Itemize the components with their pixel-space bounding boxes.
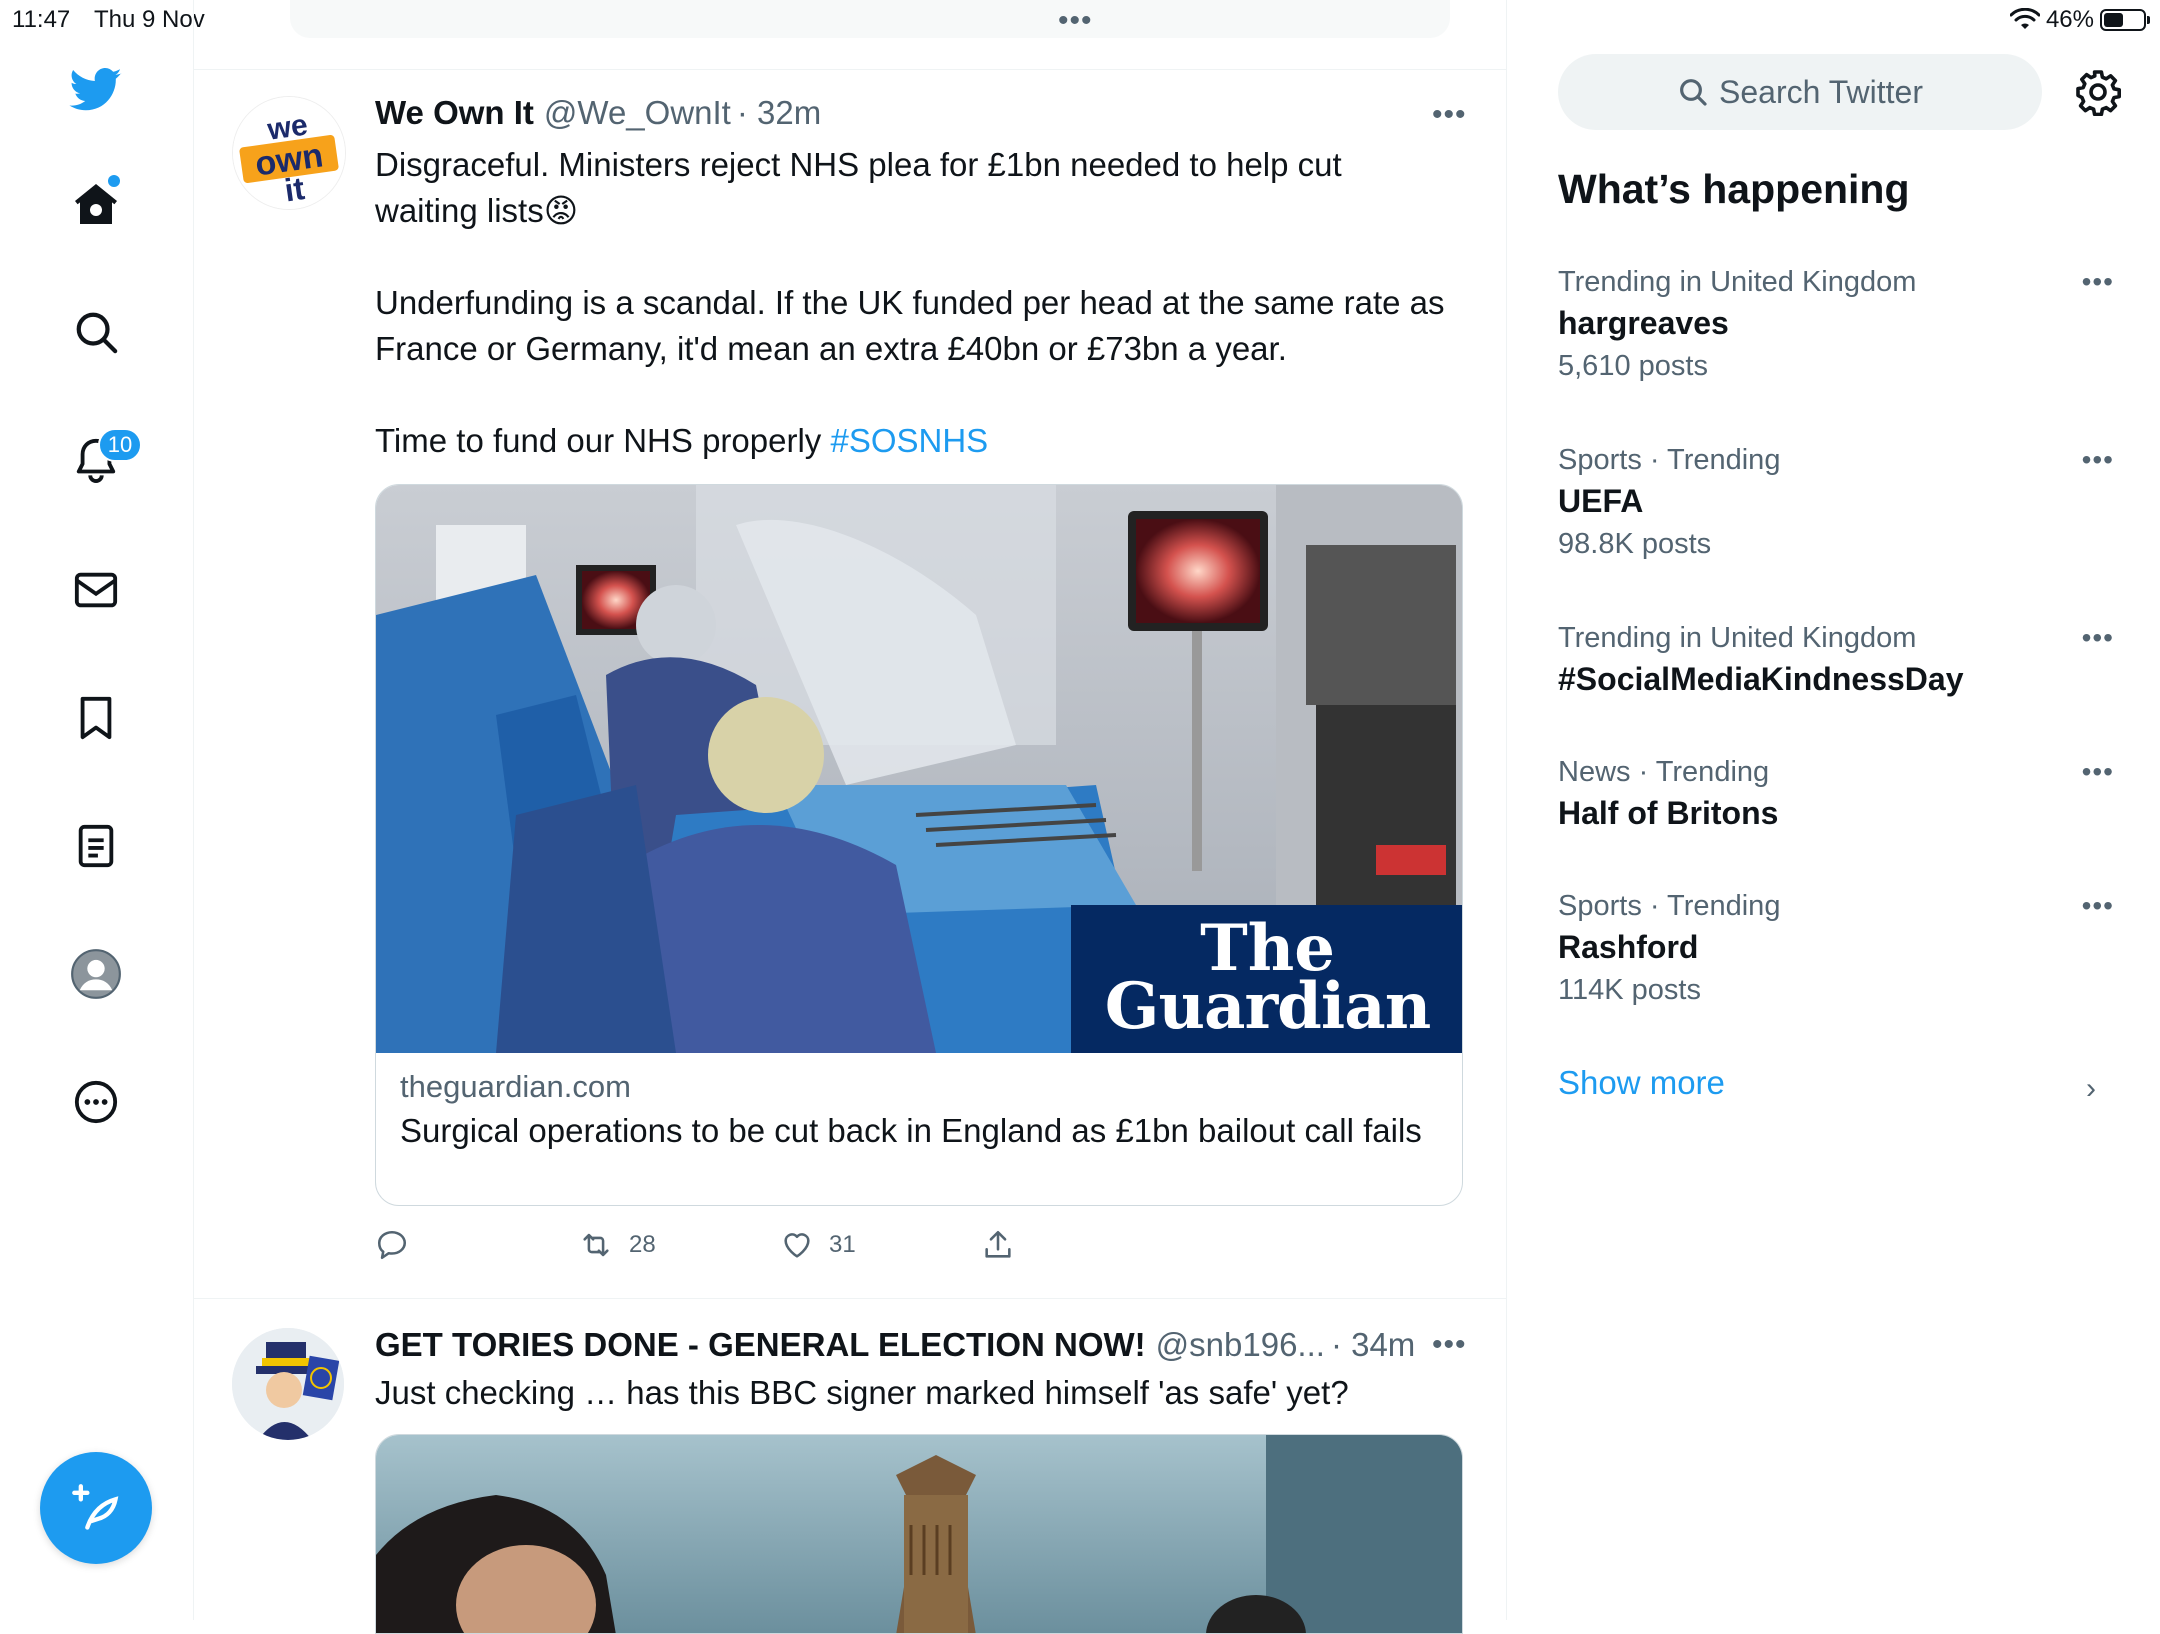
tweet-text: Disgraceful. Ministers reject NHS plea f… [375, 142, 1465, 464]
trend-name: Rashford [1558, 929, 1699, 965]
trend-name: Half of Britons [1558, 795, 1779, 831]
trend-item[interactable]: Sports · Trending UEFA 98.8K posts [1558, 444, 2118, 561]
battery-percent: 46% [2045, 6, 2094, 33]
search-icon[interactable] [60, 296, 132, 368]
like-count: 31 [829, 1231, 856, 1258]
tweet-author-name-2[interactable]: GET TORIES DONE - GENERAL ELECTION NOW! [375, 1326, 1146, 1364]
feed-top-divider [193, 69, 1506, 70]
heart-icon [784, 1233, 810, 1258]
home-unread-dot [108, 175, 120, 187]
status-right: 46% [2009, 6, 2150, 34]
tweet-author-name[interactable]: We Own It [375, 94, 534, 132]
twitter-logo-icon[interactable] [60, 54, 132, 126]
profile-avatar-icon[interactable] [60, 938, 132, 1010]
tweet-avatar-we-own-it[interactable]: we own it [232, 96, 346, 210]
search-input[interactable]: Search Twitter [1558, 54, 2042, 130]
tweet-divider [193, 1298, 1506, 1299]
card-image-surgery: The Guardian [376, 485, 1462, 1053]
guardian-logo: The Guardian [1071, 905, 1462, 1053]
tweet-more-button-2[interactable]: ••• [1432, 1328, 1467, 1362]
retweet-button[interactable]: 28 [577, 1228, 779, 1262]
battery-icon [2100, 9, 2150, 31]
whats-happening-heading: What’s happening [1558, 166, 1910, 212]
trend-more-button[interactable]: ••• [2082, 756, 2114, 788]
tweet-actions: 28 31 [375, 1228, 1183, 1262]
retweet-icon [583, 1233, 609, 1257]
more-options-icon[interactable] [60, 1066, 132, 1138]
trend-name: UEFA [1558, 483, 1644, 519]
tweet-author-handle-2[interactable]: @snb196... [1156, 1326, 1325, 1364]
retweet-count: 28 [629, 1231, 656, 1258]
messages-envelope-icon[interactable] [60, 554, 132, 626]
trend-category: Sports · Trending [1558, 444, 1781, 476]
trend-name: hargreaves [1558, 305, 1729, 341]
show-more-link[interactable]: Show more [1558, 1064, 1725, 1102]
trend-count: 98.8K posts [1558, 528, 1712, 560]
share-icon [985, 1230, 1011, 1258]
search-icon [1680, 79, 1707, 106]
compose-tweet-button[interactable] [40, 1452, 152, 1564]
tweet-paragraph-2: Underfunding is a scandal. If the UK fun… [375, 284, 1445, 367]
tweet-text-line2: waiting lists [375, 192, 544, 229]
notifications-badge: 10 [98, 428, 142, 462]
tweet-timestamp[interactable]: · 32m [737, 94, 821, 132]
trend-category: News · Trending [1558, 756, 1770, 788]
tweet-avatar-snb[interactable] [232, 1328, 344, 1440]
trend-category: Sports · Trending [1558, 890, 1781, 922]
chevron-right-icon[interactable]: › [2086, 1072, 2096, 1106]
trend-count: 114K posts [1558, 974, 1701, 1006]
trend-more-button[interactable]: ••• [2082, 622, 2114, 654]
angry-face-emoji: 😡 [543, 192, 579, 229]
tweet-text-line1: Disgraceful. Ministers reject NHS plea f… [375, 146, 1342, 183]
tweet-header: We Own It @We_OwnIt · 32m [375, 94, 821, 132]
like-button[interactable]: 31 [779, 1228, 981, 1262]
trend-count: 5,610 posts [1558, 350, 1708, 382]
tweet-header-2: GET TORIES DONE - GENERAL ELECTION NOW! … [375, 1326, 1415, 1364]
tweet-timestamp-2[interactable]: · 34m [1331, 1326, 1415, 1364]
trend-item[interactable]: Sports · Trending Rashford 114K posts [1558, 890, 2118, 1007]
bookmarks-icon[interactable] [60, 682, 132, 754]
search-placeholder: Search Twitter [1719, 73, 1923, 110]
link-preview-card[interactable]: The Guardian theguardian.com Surgical op… [375, 484, 1463, 1206]
reply-icon [377, 1230, 407, 1260]
hashtag-link[interactable]: #SOSNHS [830, 422, 988, 459]
wifi-icon [2009, 8, 2040, 29]
settings-gear-icon[interactable] [2074, 68, 2122, 117]
reply-button[interactable] [375, 1228, 577, 1262]
share-button[interactable] [981, 1228, 1183, 1262]
card-domain: theguardian.com [400, 1069, 631, 1104]
trend-category: Trending in United Kingdom [1558, 266, 1917, 298]
trend-more-button[interactable]: ••• [2082, 890, 2114, 922]
trend-name: #SocialMediaKindnessDay [1558, 661, 1964, 697]
trend-more-button[interactable]: ••• [2082, 266, 2114, 298]
tweet-media-image-2[interactable] [375, 1434, 1463, 1634]
tweet-paragraph-3: Time to fund our NHS properly [375, 422, 831, 459]
trend-item[interactable]: Trending in United Kingdom #SocialMediaK… [1558, 622, 2118, 698]
trend-category: Trending in United Kingdom [1558, 622, 1917, 654]
trend-item[interactable]: Trending in United Kingdom hargreaves 5,… [1558, 266, 2118, 383]
feather-plus-icon [72, 1484, 119, 1530]
tweet-author-handle[interactable]: @We_OwnIt [544, 94, 731, 132]
home-icon[interactable] [60, 168, 132, 240]
lists-icon[interactable] [60, 810, 132, 882]
tweet-more-button[interactable]: ••• [1432, 98, 1467, 132]
trend-more-button[interactable]: ••• [2082, 444, 2114, 476]
trend-item[interactable]: News · Trending Half of Britons [1558, 756, 2118, 832]
card-title: Surgical operations to be cut back in En… [400, 1112, 1422, 1149]
tweet-text-2: Just checking … has this BBC signer mark… [375, 1374, 1349, 1411]
